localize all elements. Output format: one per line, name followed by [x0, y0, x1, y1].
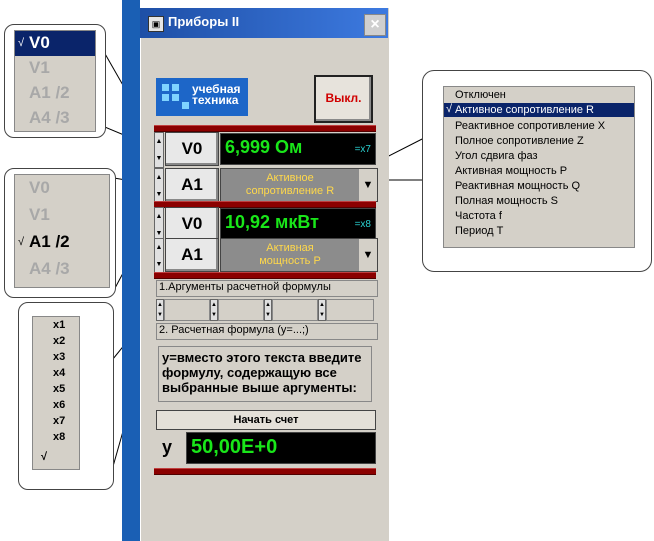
check-icon: √ [18, 236, 25, 248]
menu-item-frequency[interactable]: Частота f [455, 210, 502, 222]
formula-input[interactable]: у=вместо этого текста введите формулу, с… [158, 346, 372, 402]
menu-item-impedance[interactable]: Полное сопротивление Z [455, 135, 584, 147]
menu-item-v1[interactable]: V1 [29, 205, 50, 225]
menu-item-active-power[interactable]: Активная мощность P [455, 165, 567, 177]
multiplier-menu: x1 x2 x3 x4 x5 x6 x7 x8 √ [32, 316, 80, 470]
selector-menu: V0 V1 √ A1 /2 A4 /3 [14, 174, 110, 288]
channel2-mode-combo[interactable]: Активная мощность P ▼ [220, 238, 378, 272]
menu-item-v1[interactable]: V1 [29, 58, 50, 78]
menu-item-a1[interactable]: A1 /2 [29, 232, 70, 252]
power-off-button[interactable]: Выкл. [314, 75, 373, 123]
menu-item-a1[interactable]: A1 /2 [29, 83, 70, 103]
logo: учебная техника [156, 78, 248, 116]
window-title: Приборы II [168, 14, 240, 29]
app-icon: ▣ [148, 16, 164, 32]
logo-square-icon [172, 94, 179, 101]
source-menu: √ V0 V1 A1 /2 A4 /3 [14, 30, 96, 132]
menu-item-x2[interactable]: x2 [53, 335, 65, 347]
arg3-spinner[interactable]: ▲ ▼ [264, 299, 272, 321]
menu-item-apparent-power[interactable]: Полная мощность S [455, 195, 558, 207]
result-label: y [161, 437, 172, 457]
menu-item-x8[interactable]: x8 [53, 431, 65, 443]
logo-square-icon [182, 102, 189, 109]
arg3-field[interactable] [272, 299, 318, 321]
arg2-field[interactable] [218, 299, 264, 321]
chevron-down-icon[interactable]: ▼ [359, 239, 377, 271]
check-icon: √ [18, 37, 25, 49]
channel1-mode-combo[interactable]: Активное сопротивление R ▼ [220, 168, 378, 202]
separator [154, 125, 376, 132]
menu-item-phase-angle[interactable]: Угол сдвига фаз [455, 150, 538, 162]
channel2-selector-button[interactable]: A1 [165, 238, 219, 272]
arg4-field[interactable] [326, 299, 374, 321]
check-icon: √ [446, 103, 453, 115]
logo-square-icon [162, 94, 169, 101]
menu-item-reactive-resistance[interactable]: Реактивное сопротивление X [455, 120, 605, 132]
logo-square-icon [172, 84, 179, 91]
menu-item-x3[interactable]: x3 [53, 351, 65, 363]
menu-item-x7[interactable]: x7 [53, 415, 65, 427]
formula-label: 2. Расчетная формула (y=...;) [156, 323, 378, 340]
channel2-source-button[interactable]: V0 [165, 207, 219, 241]
mode-menu: Отключен √ Активное сопротивление R Реак… [443, 86, 635, 248]
menu-item-active-resistance[interactable]: Активное сопротивление R [455, 104, 594, 116]
menu-highlight [15, 31, 95, 56]
arg1-field[interactable] [164, 299, 210, 321]
channel1-selector-spinner[interactable]: ▲ ▼ [154, 168, 164, 204]
menu-item-x1[interactable]: x1 [53, 319, 65, 331]
menu-item-off[interactable]: Отключен [455, 89, 506, 101]
close-button[interactable]: × [364, 14, 386, 36]
result-value: 50,00E+0 [191, 436, 278, 458]
channel2-display: 10,92 мкВт =x8 [220, 208, 376, 240]
menu-item-reactive-power[interactable]: Реактивная мощность Q [455, 180, 580, 192]
arg4-spinner[interactable]: ▲ ▼ [318, 299, 326, 321]
menu-item-x4[interactable]: x4 [53, 367, 65, 379]
arg1-spinner[interactable]: ▲ ▼ [156, 299, 164, 321]
channel1-source-spinner[interactable]: ▲ ▼ [154, 132, 164, 168]
chevron-down-icon[interactable]: ▼ [359, 169, 377, 201]
separator [154, 272, 376, 279]
channel1-display: 6,999 Ом =x7 [220, 133, 376, 165]
channel2-mode-line2: мощность P [259, 255, 321, 267]
menu-item-a4[interactable]: A4 /3 [29, 108, 70, 128]
menu-item-period[interactable]: Период T [455, 225, 503, 237]
menu-item-a4[interactable]: A4 /3 [29, 259, 70, 279]
check-icon: √ [41, 451, 48, 463]
channel2-selector-spinner[interactable]: ▲ ▼ [154, 238, 164, 274]
logo-square-icon [162, 84, 169, 91]
separator [154, 468, 376, 475]
channel1-multiplier: =x7 [354, 144, 371, 155]
start-calculation-button[interactable]: Начать счет [156, 410, 376, 430]
logo-text: учебная техника [192, 83, 252, 107]
channel1-selector-button[interactable]: A1 [165, 168, 219, 202]
channel2-multiplier: =x8 [354, 219, 371, 230]
channel1-source-button[interactable]: V0 [165, 132, 219, 166]
menu-item-x6[interactable]: x6 [53, 399, 65, 411]
channel1-value: 6,999 Ом [225, 137, 303, 157]
desktop-strip [122, 0, 140, 541]
menu-item-v0[interactable]: V0 [29, 178, 50, 198]
result-display: 50,00E+0 [186, 432, 376, 464]
channel2-value: 10,92 мкВт [225, 212, 319, 232]
channel2-mode-line1: Активная [266, 242, 314, 254]
logo-line2: техника [192, 93, 239, 107]
menu-item-v0[interactable]: V0 [29, 33, 50, 53]
args-label: 1.Аргументы расчетной формулы [156, 280, 378, 297]
menu-item-x5[interactable]: x5 [53, 383, 65, 395]
channel1-mode-line2: сопротивление R [245, 185, 335, 197]
channel1-mode-line1: Активное [266, 172, 314, 184]
arg2-spinner[interactable]: ▲ ▼ [210, 299, 218, 321]
